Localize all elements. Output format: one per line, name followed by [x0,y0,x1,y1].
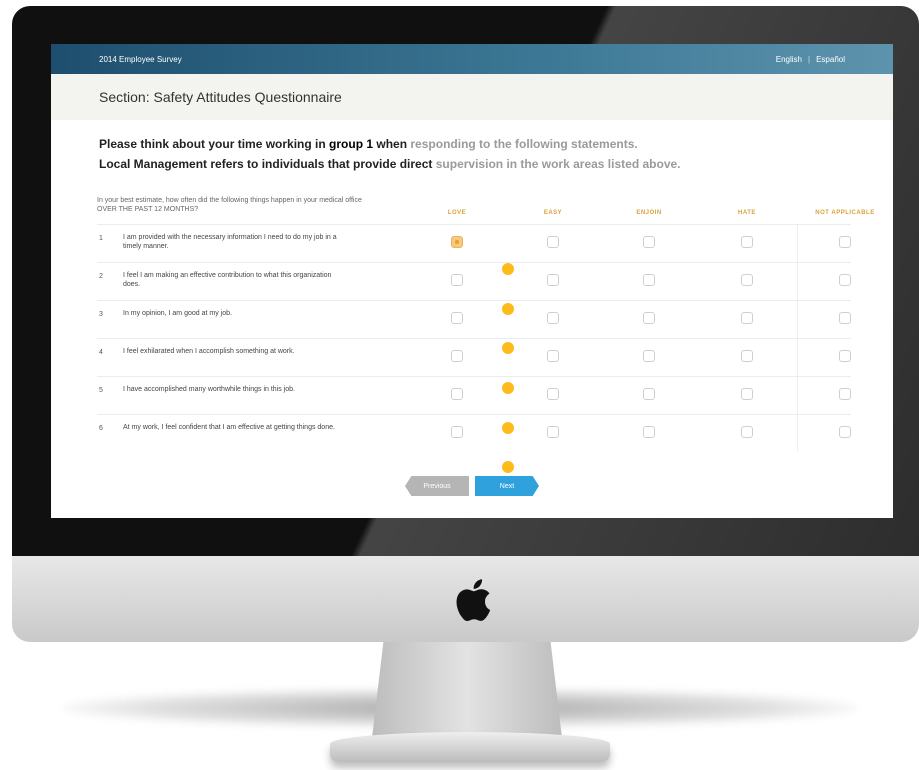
question-text: In my opinion, I am good at my job. [123,310,232,317]
marker-dot [502,382,514,394]
answer-checkbox[interactable] [451,388,463,400]
question-row: 4 I feel exhilarated when I accomplish so… [97,338,851,376]
survey-screen: 2014 Employee Survey English | Español S… [51,44,893,518]
answer-checkbox[interactable] [839,312,851,324]
language-switcher: English | Español [776,55,845,64]
section-header: Section: Safety Attitudes Questionnaire [51,74,893,120]
grid-header: In your best estimate, how often did the… [97,192,874,224]
column-label: NOT APPLICABLE [815,210,875,216]
answer-checkbox[interactable] [451,274,463,286]
answer-checkbox[interactable] [547,426,559,438]
answer-checkbox[interactable] [547,312,559,324]
lang-espanol-link[interactable]: Español [816,55,845,64]
nav-buttons: Previous Next [405,476,539,496]
instructions: Please think about your time working in … [51,120,893,174]
question-number: 6 [99,425,103,432]
answer-checkbox[interactable] [547,274,559,286]
question-number: 3 [99,311,103,318]
previous-button[interactable]: Previous [405,476,469,496]
survey-topbar: 2014 Employee Survey English | Español [51,44,893,74]
answer-checkbox[interactable] [839,388,851,400]
lang-separator: | [808,54,811,64]
answer-checkbox[interactable] [451,236,463,248]
instructions-text: Local Management refers to individuals t… [99,157,436,171]
question-grid: In your best estimate, how often did the… [97,192,874,452]
instructions-text: responding to the following statements. [410,137,638,151]
question-text: I have accomplished many worthwhile thin… [123,386,295,393]
answer-checkbox[interactable] [547,236,559,248]
question-row: 3 In my opinion, I am good at my job. [97,300,851,338]
answer-checkbox[interactable] [451,350,463,362]
answer-checkbox[interactable] [643,236,655,248]
instructions-text: supervision in the work areas listed abo… [435,157,681,171]
survey-title: 2014 Employee Survey [99,54,182,64]
question-row: 2 I feel I am making an effective contrib… [97,262,851,300]
question-text: I feel exhilarated when I accomplish som… [123,348,295,355]
answer-checkbox[interactable] [643,274,655,286]
section-title: Section: Safety Attitudes Questionnaire [99,89,342,105]
monitor-stand-base [330,732,610,762]
marker-dot [502,461,514,473]
question-number: 4 [99,349,103,356]
column-label: ENJOIN [636,210,662,216]
answer-checkbox[interactable] [643,388,655,400]
question-row: 5 I have accomplished many worthwhile thi… [97,376,851,414]
question-text: I am provided with the necessary informa… [123,234,337,250]
answer-checkbox[interactable] [741,426,753,438]
question-text: At my work, I feel confident that I am e… [123,424,335,431]
answer-checkbox[interactable] [547,350,559,362]
question-number: 1 [99,235,103,242]
answer-checkbox[interactable] [741,312,753,324]
marker-dot [502,303,514,315]
next-button[interactable]: Next [475,476,539,496]
answer-checkbox[interactable] [643,426,655,438]
question-row: 6 At my work, I feel confident that I am … [97,414,851,452]
instructions-text: Please think about your time working in [99,137,330,151]
question-number: 5 [99,387,103,394]
instructions-text: when [373,137,411,151]
instructions-line-1: Please think about your time working in … [99,134,845,154]
answer-checkbox[interactable] [741,350,753,362]
group-name: group 1 [329,137,374,151]
question-text: I feel I am making an effective contribu… [123,272,332,288]
column-label: HATE [738,210,756,216]
answer-checkbox[interactable] [741,274,753,286]
answer-checkbox[interactable] [643,312,655,324]
question-row: 1 I am provided with the necessary inform… [97,224,851,262]
answer-checkbox[interactable] [741,236,753,248]
answer-checkbox[interactable] [839,350,851,362]
answer-checkbox[interactable] [839,236,851,248]
apple-logo-icon [456,579,491,622]
lang-english-link[interactable]: English [776,55,802,64]
answer-checkbox[interactable] [643,350,655,362]
answer-checkbox[interactable] [741,388,753,400]
monitor-stand [372,642,562,738]
answer-checkbox[interactable] [839,274,851,286]
question-prompt: In your best estimate, how often did the… [97,197,362,213]
answer-checkbox[interactable] [451,426,463,438]
column-label: EASY [543,210,563,216]
marker-dot [502,263,514,275]
column-label: LOVE [447,210,467,216]
answer-checkbox[interactable] [451,312,463,324]
instructions-line-2: Local Management refers to individuals t… [99,154,845,174]
marker-dot [502,422,514,434]
question-number: 2 [99,273,103,280]
answer-checkbox[interactable] [547,388,559,400]
marker-dot [502,342,514,354]
answer-checkbox[interactable] [839,426,851,438]
